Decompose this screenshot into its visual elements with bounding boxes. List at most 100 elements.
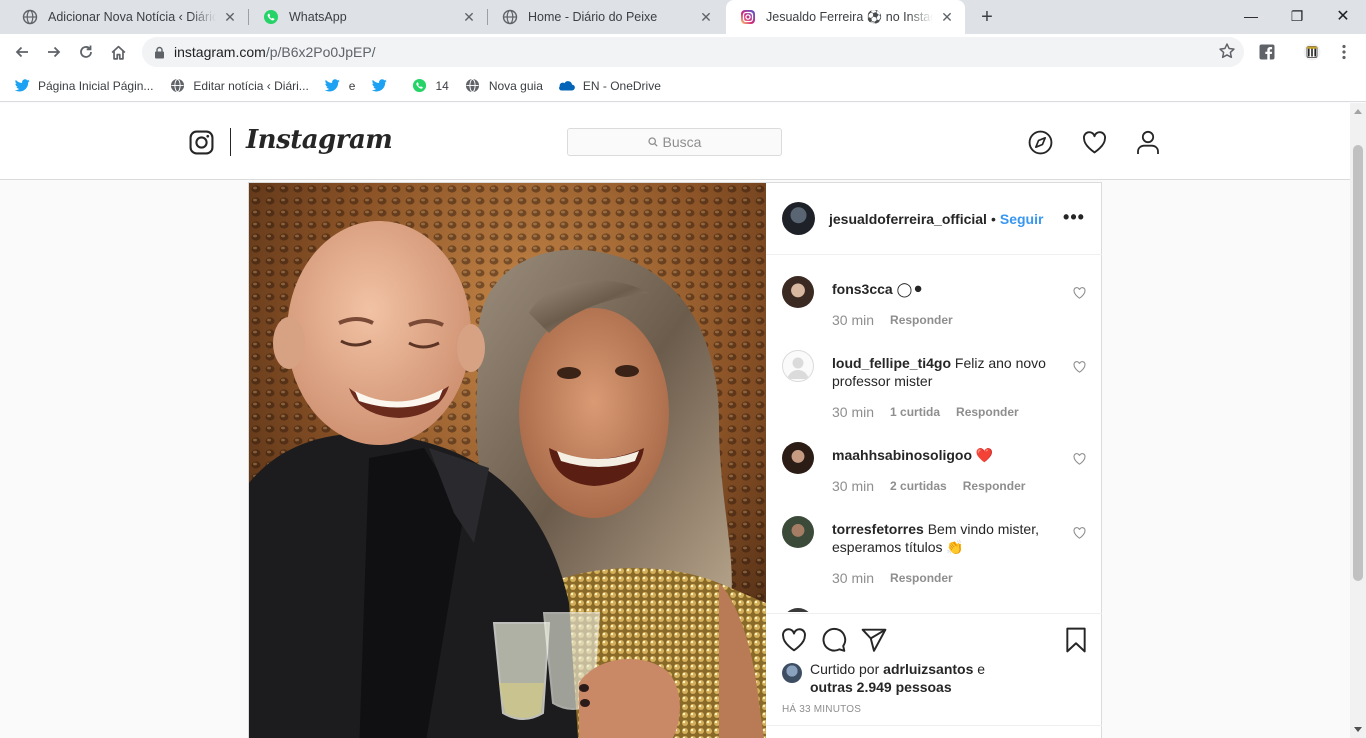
comment-like-heart-icon[interactable] [1072, 360, 1086, 374]
speech-bubble-icon [822, 627, 847, 652]
comment-like-heart-icon[interactable] [1072, 526, 1086, 540]
search-placeholder: Busca [662, 134, 702, 150]
author-username[interactable]: jesualdoferreira_official [829, 211, 987, 227]
explore-button[interactable] [1027, 129, 1053, 155]
bookmark-star-icon[interactable] [1218, 42, 1236, 65]
comment-username[interactable]: maahhsabinosoligoo [832, 447, 972, 463]
comment-time[interactable]: 30 min [832, 312, 874, 328]
url-text: instagram.com/p/B6x2Po0JpEP/ [174, 44, 376, 60]
back-button[interactable] [8, 38, 36, 66]
bookmark-label: Nova guia [488, 78, 543, 93]
comment-likes[interactable]: 2 curtidas [890, 479, 947, 493]
liked-mid: e [977, 661, 986, 677]
arrow-right-icon [48, 46, 61, 58]
close-window-button[interactable]: ✕ [1320, 0, 1366, 32]
heart-icon [1082, 130, 1106, 153]
close-tab-icon[interactable]: ✕ [222, 9, 238, 25]
bookmark-twitter[interactable] [371, 78, 395, 94]
bookmark-nova-guia[interactable]: Nova guia [465, 78, 543, 94]
bookmark-twitter-e[interactable]: e [325, 78, 355, 94]
comment-avatar[interactable] [782, 350, 814, 382]
tab-adicionar-noticia[interactable]: Adicionar Nova Notícia ‹ Diário do Peixe… [8, 0, 248, 34]
tab-title: Adicionar Nova Notícia ‹ Diário do Peixe [48, 10, 216, 24]
home-button[interactable] [104, 38, 132, 66]
liker-username[interactable]: adrluizsantos [883, 661, 973, 677]
whatsapp-icon [263, 9, 279, 25]
post-header: jesualdoferreira_official • Seguir ••• [766, 183, 1102, 255]
url-path: /p/B6x2Po0JpEP/ [265, 44, 376, 60]
facebook-extension-button[interactable] [1253, 38, 1281, 66]
comment-time[interactable]: 30 min [832, 478, 874, 494]
comment-username[interactable]: fons3cca [832, 281, 893, 297]
address-bar[interactable]: instagram.com/p/B6x2Po0JpEP/ [142, 37, 1244, 67]
author-avatar[interactable] [782, 202, 815, 235]
url-host: instagram.com [174, 44, 266, 60]
activity-button[interactable] [1081, 129, 1107, 155]
comment-avatar[interactable] [782, 516, 814, 548]
close-tab-icon[interactable]: ✕ [461, 9, 477, 25]
reply-button[interactable]: Responder [956, 405, 1019, 419]
follow-button[interactable]: Seguir [1000, 211, 1044, 227]
comment-time[interactable]: 30 min [832, 570, 874, 586]
comment-avatar[interactable] [782, 608, 814, 612]
comment-meta: 30 min 2 curtidas Responder [832, 478, 1025, 494]
comment-avatar[interactable] [782, 442, 814, 474]
scroll-down-arrow[interactable] [1354, 727, 1362, 732]
team-crest-icon [1303, 43, 1321, 61]
profile-avatar-button[interactable] [1298, 38, 1326, 66]
forward-button[interactable] [40, 38, 68, 66]
comment-button[interactable] [820, 626, 848, 654]
instagram-logo-icon[interactable] [189, 130, 214, 160]
instagram-wordmark[interactable]: Instagram [246, 125, 393, 155]
comment-likes[interactable]: 1 curtida [890, 405, 940, 419]
reply-button[interactable]: Responder [890, 313, 953, 327]
share-button[interactable] [860, 626, 888, 654]
browser-menu-button[interactable] [1330, 38, 1358, 66]
kebab-menu-icon [1342, 44, 1346, 60]
bookmark-pagina-inicial[interactable]: Página Inicial Págin... [14, 78, 153, 94]
liker-avatar[interactable] [782, 663, 802, 683]
minimize-button[interactable]: — [1228, 0, 1274, 32]
reply-button[interactable]: Responder [890, 571, 953, 585]
tab-instagram[interactable]: Jesualdo Ferreira ⚽ no Instagram ✕ [726, 0, 965, 34]
comment-like-heart-icon[interactable] [1072, 452, 1086, 466]
reload-button[interactable] [72, 38, 100, 66]
post-timestamp[interactable]: HÁ 33 MINUTOS [782, 704, 861, 715]
default-avatar-icon [787, 357, 809, 379]
bookmark-editar-noticia[interactable]: Editar notícia ‹ Diári... [169, 78, 309, 94]
lock-icon[interactable] [144, 46, 174, 59]
search-icon [647, 137, 658, 147]
tab-strip: Adicionar Nova Notícia ‹ Diário do Peixe… [0, 0, 1366, 34]
post-photo[interactable] [249, 183, 766, 738]
search-input[interactable]: Busca [567, 128, 782, 156]
comment-body: loud_fellipe_ti4go Feliz ano novo profes… [832, 354, 1050, 390]
comment-time[interactable]: 30 min [832, 404, 874, 420]
comment-username[interactable]: loud_fellipe_ti4go [832, 355, 951, 371]
new-tab-button[interactable]: + [976, 6, 998, 28]
scrollbar-thumb[interactable] [1353, 145, 1363, 581]
tab-title: WhatsApp [289, 10, 347, 24]
comment-meta: 30 min Responder [832, 312, 953, 328]
reply-button[interactable]: Responder [963, 479, 1026, 493]
comment-like-heart-icon[interactable] [1072, 286, 1086, 300]
tab-home-diario[interactable]: Home - Diário do Peixe ✕ [488, 0, 724, 34]
save-button[interactable] [1062, 626, 1090, 654]
comment-avatar[interactable] [782, 276, 814, 308]
bookmark-whatsapp-14[interactable]: 14 [411, 78, 449, 94]
close-tab-icon[interactable]: ✕ [939, 9, 955, 25]
scroll-up-arrow[interactable] [1354, 109, 1362, 114]
comment-username[interactable]: torresfetorres [832, 521, 924, 537]
page-scrollbar[interactable] [1350, 103, 1366, 738]
close-tab-icon[interactable]: ✕ [698, 9, 714, 25]
tab-whatsapp[interactable]: WhatsApp ✕ [249, 0, 487, 34]
globe-icon [169, 78, 185, 94]
profile-button[interactable] [1135, 129, 1161, 155]
bookmark-label: Página Inicial Págin... [38, 78, 154, 93]
divider [766, 725, 1102, 726]
likes-count-link[interactable]: outras 2.949 pessoas [810, 679, 952, 695]
logo-divider [230, 128, 231, 156]
bookmark-onedrive[interactable]: EN - OneDrive [558, 78, 661, 94]
like-button[interactable] [780, 626, 808, 654]
more-options-button[interactable]: ••• [1062, 205, 1086, 229]
maximize-button[interactable]: ❐ [1274, 0, 1320, 32]
